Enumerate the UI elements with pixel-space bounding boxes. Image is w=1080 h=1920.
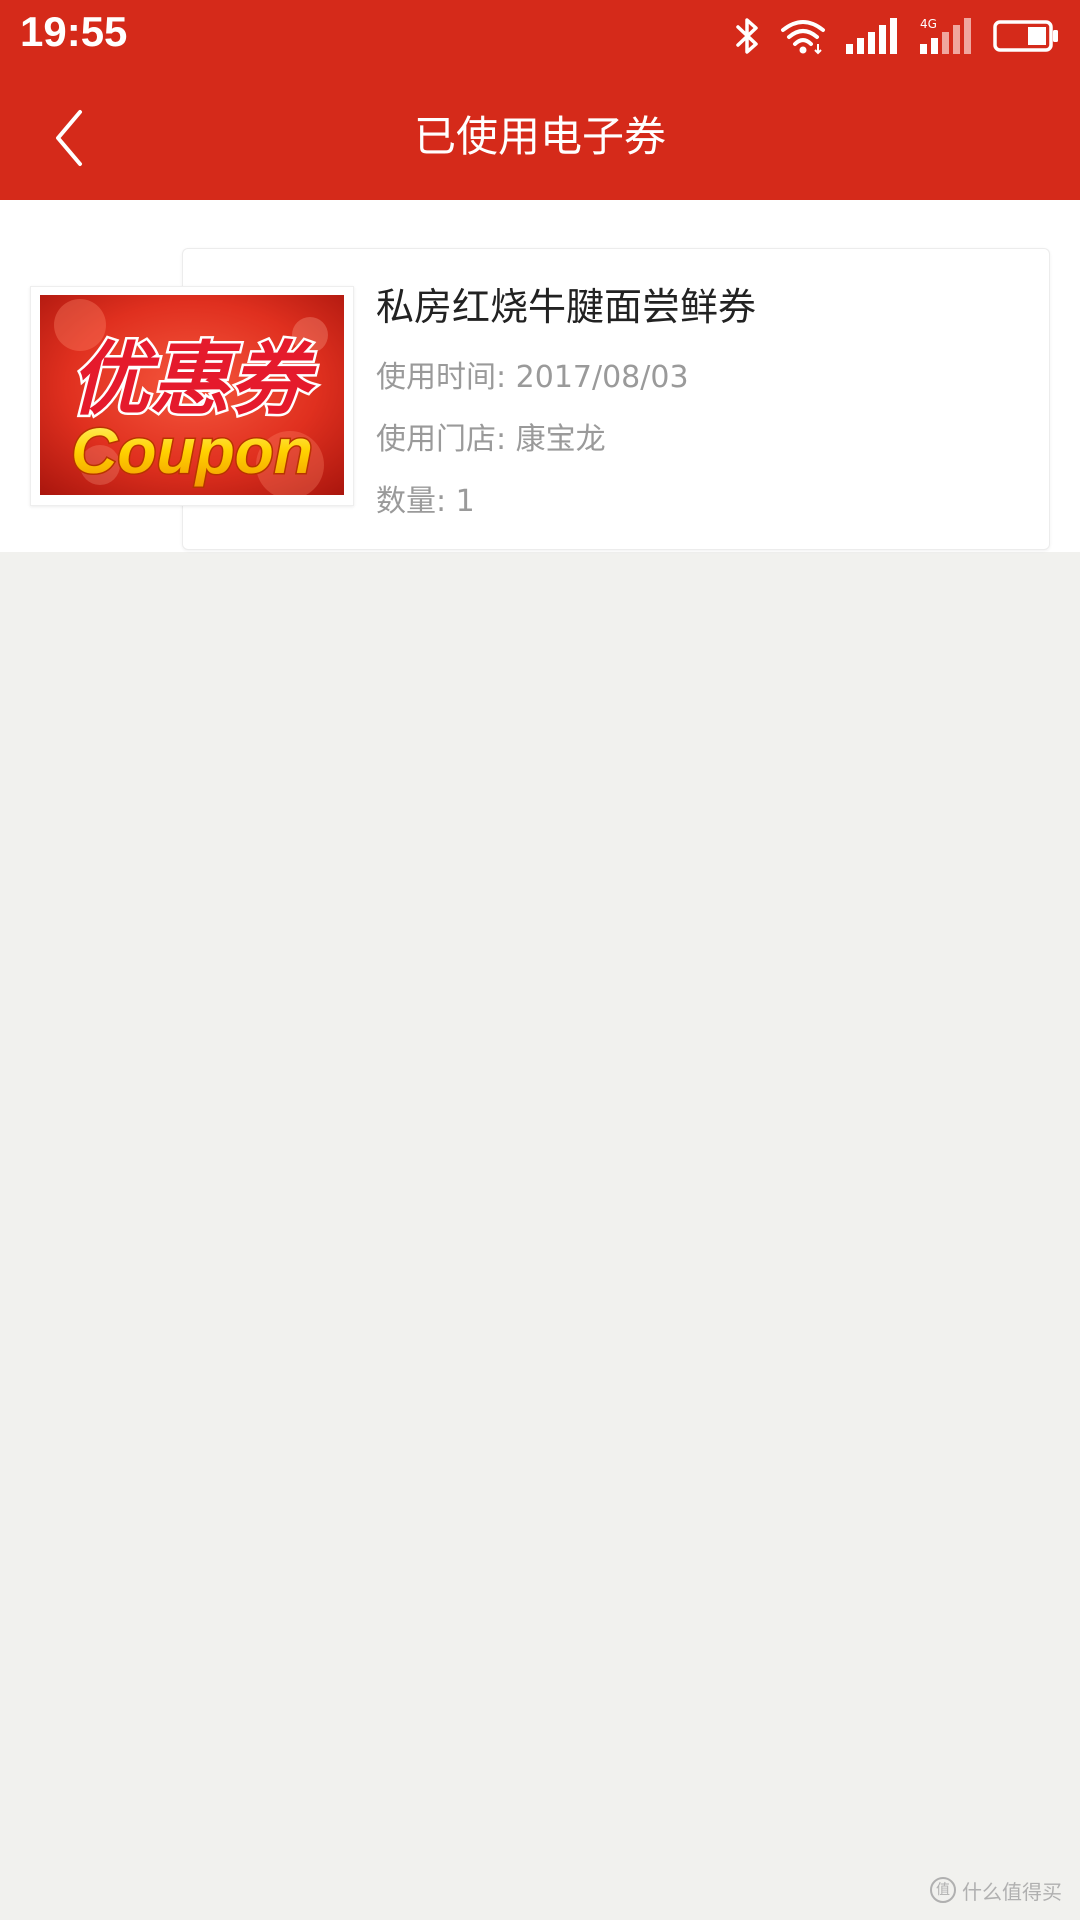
watermark: 值 什么值得买 (930, 1874, 1062, 1906)
watermark-text: 什么值得买 (962, 1879, 1062, 1904)
back-button[interactable] (30, 90, 110, 186)
coupon-thumbnail: 优惠券 Coupon (30, 286, 354, 506)
wifi-icon (781, 20, 825, 55)
status-icons: 4G (714, 12, 1060, 60)
coupon-image: 优惠券 Coupon (40, 295, 344, 495)
coupon-used-time: 使用时间: 2017/08/03 (376, 360, 689, 395)
watermark-logo-icon: 值 (930, 1877, 956, 1903)
signal-4g-icon: 4G (920, 17, 971, 54)
chevron-left-icon (56, 110, 82, 166)
coupon-title: 私房红烧牛腱面尝鲜券 (376, 285, 757, 329)
coupon-image-text-cn: 优惠券 (70, 333, 317, 426)
status-bar: 19:55 4G (0, 0, 1080, 74)
status-time: 19:55 (20, 8, 128, 55)
page-title: 已使用电子券 (413, 112, 666, 161)
signal-icon (846, 18, 897, 54)
battery-icon (993, 20, 1058, 52)
coupon-quantity: 数量: 1 (376, 484, 475, 519)
coupon-image-text-en: Coupon (71, 415, 313, 487)
coupon-used-store: 使用门店: 康宝龙 (376, 422, 606, 457)
bluetooth-icon (736, 18, 758, 54)
coupon-list: 优惠券 Coupon 私房红烧牛腱面尝鲜券 使用时间: 2017/08/03 使… (0, 200, 1080, 552)
screen: 19:55 4G 已使用电子券 优惠券 Coupon 私房红烧牛腱面尝鲜券 使用… (0, 0, 1080, 1920)
network-label: 4G (920, 17, 937, 31)
app-header: 已使用电子券 (0, 74, 1080, 200)
